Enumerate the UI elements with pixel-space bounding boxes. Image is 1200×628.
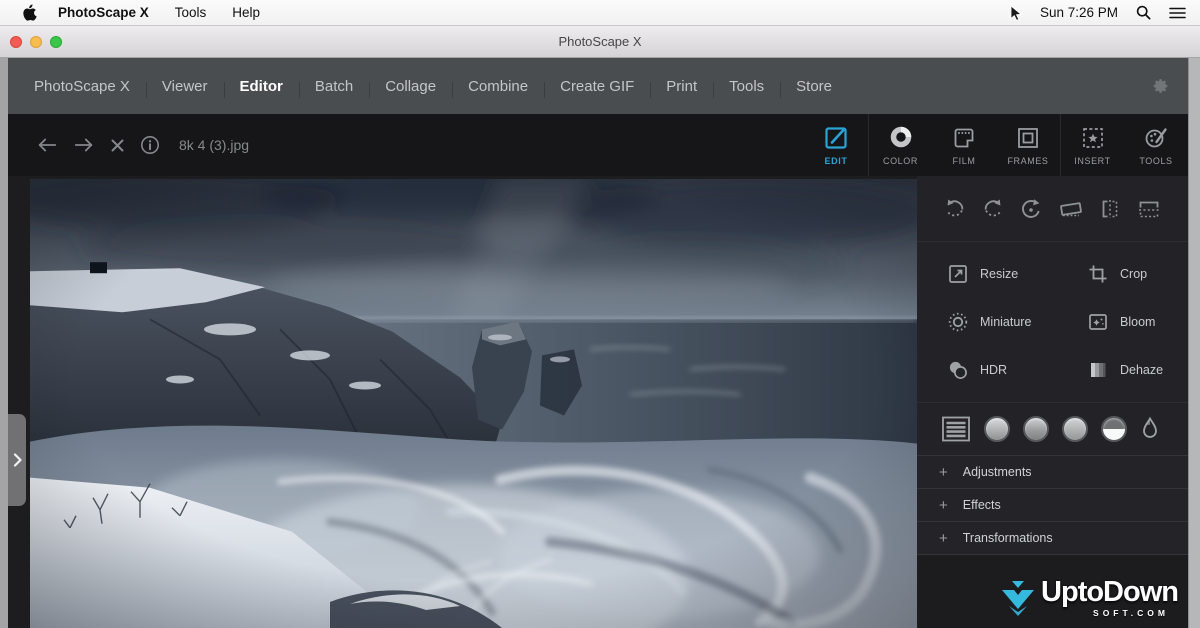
menubar-help[interactable]: Help [221, 5, 271, 20]
nav-photoscape-x[interactable]: PhotoScape X [18, 78, 146, 95]
watermark-sub-text: SOFT.COM [1093, 608, 1178, 618]
crop-button[interactable]: Crop [1087, 250, 1188, 298]
filter-knob-2[interactable] [1023, 416, 1049, 442]
apple-menu-icon[interactable] [22, 4, 37, 21]
menubar-app-name[interactable]: PhotoScape X [47, 5, 160, 20]
tab-tools[interactable]: TOOLS [1124, 114, 1188, 176]
watermark-brand-text: UptoDown [1041, 578, 1178, 607]
rotate-left-icon[interactable] [981, 197, 1005, 221]
filter-knob-3[interactable] [1062, 416, 1088, 442]
menubar-clock[interactable]: Sun 7:26 PM [1040, 5, 1118, 20]
nav-viewer[interactable]: Viewer [146, 78, 224, 95]
edit-pencil-icon [823, 125, 849, 151]
rotate-angle-icon[interactable] [1019, 197, 1043, 221]
filter-knob-1[interactable] [984, 416, 1010, 442]
tab-film[interactable]: FILM [932, 114, 996, 176]
uptodown-watermark: UptoDown SOFT.COM [999, 578, 1178, 620]
tab-insert[interactable]: INSERT [1060, 114, 1124, 176]
nav-batch[interactable]: Batch [299, 78, 369, 95]
hdr-button[interactable]: HDR [947, 346, 1087, 394]
frames-icon [1015, 125, 1041, 151]
collapsible-sections: + Adjustments + Effects + Transformation… [917, 455, 1188, 554]
filter-knob-split-tone[interactable] [1101, 416, 1127, 442]
photo-canvas [8, 176, 917, 628]
rotate-flip-row [917, 176, 1188, 242]
nav-create-gif[interactable]: Create GIF [544, 78, 650, 95]
settings-gear-icon[interactable] [1152, 77, 1170, 95]
light-filter-row [917, 403, 1188, 455]
resize-icon [947, 263, 969, 285]
zoom-window-button[interactable] [50, 36, 62, 48]
edit-sidebar: Resize Crop Miniature [917, 176, 1188, 628]
nav-tools[interactable]: Tools [713, 78, 780, 95]
rotate-right-icon[interactable] [943, 197, 967, 221]
open-filename: 8k 4 (3).jpg [179, 137, 249, 153]
nav-combine[interactable]: Combine [452, 78, 544, 95]
macos-menubar: PhotoScape X Tools Help Sun 7:26 PM [0, 0, 1200, 26]
tab-color[interactable]: COLOR [868, 114, 932, 176]
hdr-icon [947, 359, 969, 381]
app-nav: PhotoScape X Viewer Editor Batch Collage… [8, 58, 1188, 114]
straighten-icon[interactable] [1058, 197, 1084, 221]
window-titlebar: PhotoScape X [0, 26, 1200, 58]
texture-lines-icon[interactable] [941, 415, 971, 443]
bloom-button[interactable]: Bloom [1087, 298, 1188, 346]
bloom-icon [1087, 311, 1109, 333]
notification-center-icon[interactable] [1169, 6, 1186, 20]
minimize-window-button[interactable] [30, 36, 42, 48]
expand-plus-icon: + [939, 465, 948, 480]
expand-plus-icon: + [939, 531, 948, 546]
tools-palette-icon [1143, 125, 1169, 151]
film-icon [951, 125, 977, 151]
pointer-cursor-icon [1008, 5, 1022, 21]
desktop-edge-right [1188, 58, 1200, 628]
editor-toolbar: 8k 4 (3).jpg EDIT COLOR [8, 114, 1188, 176]
editor-mode-tabs: EDIT COLOR FILM [804, 114, 1188, 176]
spotlight-search-icon[interactable] [1136, 5, 1151, 20]
nav-collage[interactable]: Collage [369, 78, 452, 95]
section-adjustments[interactable]: + Adjustments [917, 455, 1188, 488]
browser-panel-expand-handle[interactable] [8, 414, 26, 506]
undo-back-icon[interactable] [36, 136, 58, 154]
dehaze-button[interactable]: Dehaze [1087, 346, 1188, 394]
tab-edit[interactable]: EDIT [804, 114, 868, 176]
desktop-edge-left [0, 58, 8, 628]
color-ring-icon [888, 125, 914, 151]
redo-forward-icon[interactable] [73, 136, 95, 154]
tab-frames[interactable]: FRAMES [996, 114, 1060, 176]
section-transformations[interactable]: + Transformations [917, 521, 1188, 554]
expand-plus-icon: + [939, 498, 948, 513]
dehaze-icon [1087, 359, 1109, 381]
window-title: PhotoScape X [0, 34, 1200, 49]
flip-vertical-icon[interactable] [1136, 197, 1162, 221]
photo-image-seascape [30, 179, 917, 628]
nav-editor[interactable]: Editor [224, 78, 299, 95]
close-window-button[interactable] [10, 36, 22, 48]
quick-tools-grid: Resize Crop Miniature [917, 242, 1188, 403]
section-effects[interactable]: + Effects [917, 488, 1188, 521]
droplet-icon[interactable] [1140, 416, 1160, 442]
close-image-icon[interactable] [110, 138, 125, 153]
miniature-icon [947, 311, 969, 333]
image-info-icon[interactable] [140, 135, 160, 155]
screen: PhotoScape X Tools Help Sun 7:26 PM Phot… [0, 0, 1200, 628]
insert-star-icon [1080, 125, 1106, 151]
nav-store[interactable]: Store [780, 78, 848, 95]
uptodown-logo-icon [999, 580, 1037, 620]
miniature-button[interactable]: Miniature [947, 298, 1087, 346]
nav-print[interactable]: Print [650, 78, 713, 95]
menubar-tools[interactable]: Tools [164, 5, 218, 20]
crop-icon [1087, 263, 1109, 285]
flip-horizontal-icon[interactable] [1098, 197, 1122, 221]
resize-button[interactable]: Resize [947, 250, 1087, 298]
